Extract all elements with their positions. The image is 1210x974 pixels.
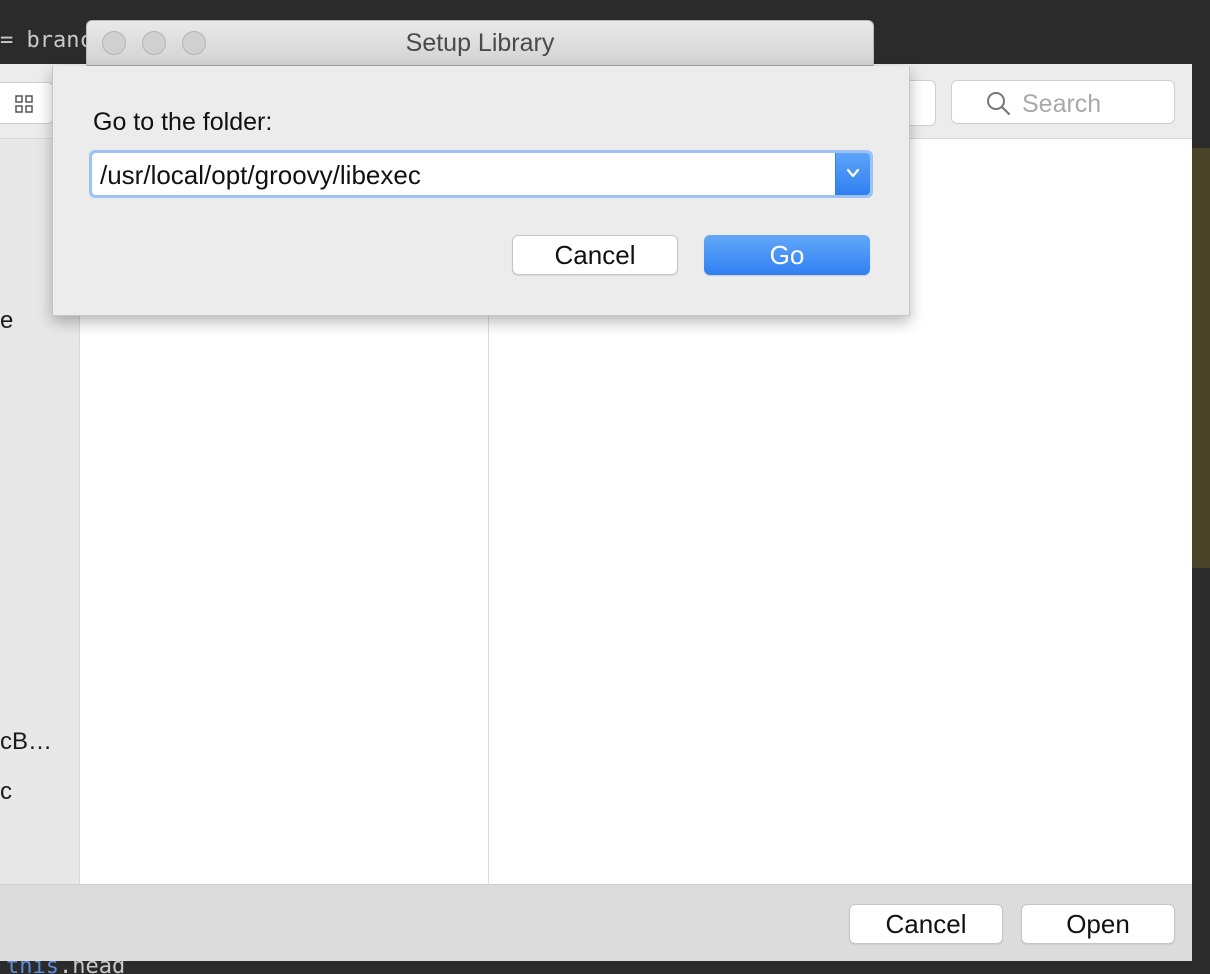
folder-path-combobox[interactable]: /usr/local/opt/groovy/libexec [89,150,873,198]
view-mode-button[interactable] [0,82,54,124]
sidebar-item-2[interactable]: cB… [0,728,52,756]
editor-code-line-top: = branc [0,28,93,53]
folder-path-field[interactable]: /usr/local/opt/groovy/libexec [92,153,870,195]
cancel-button[interactable]: Cancel [849,904,1003,944]
go-to-folder-label: Go to the folder: [93,108,273,136]
grid-icon [15,95,33,113]
folder-path-input[interactable]: /usr/local/opt/groovy/libexec [100,160,421,191]
sidebar-item-1[interactable]: e [0,307,13,335]
panel-footer: Cancel Open [0,884,1192,961]
sidebar-item-3[interactable]: c [0,778,12,806]
chevron-down-icon [846,168,860,178]
path-history-dropdown-button[interactable] [835,153,870,195]
go-button[interactable]: Go [704,235,870,275]
open-button[interactable]: Open [1021,904,1175,944]
go-to-folder-sheet: Go to the folder: /usr/local/opt/groovy/… [52,66,910,316]
search-icon [987,92,1010,115]
screen: = branc this.head Search e cB… c Cancel … [0,0,1210,974]
sheet-cancel-button[interactable]: Cancel [512,235,678,275]
search-placeholder: Search [1022,90,1102,118]
search-input[interactable]: Search [951,80,1175,124]
window-title: Setup Library [405,29,555,57]
editor-highlight-strip [1192,148,1210,568]
window-titlebar: Setup Library [86,20,874,66]
